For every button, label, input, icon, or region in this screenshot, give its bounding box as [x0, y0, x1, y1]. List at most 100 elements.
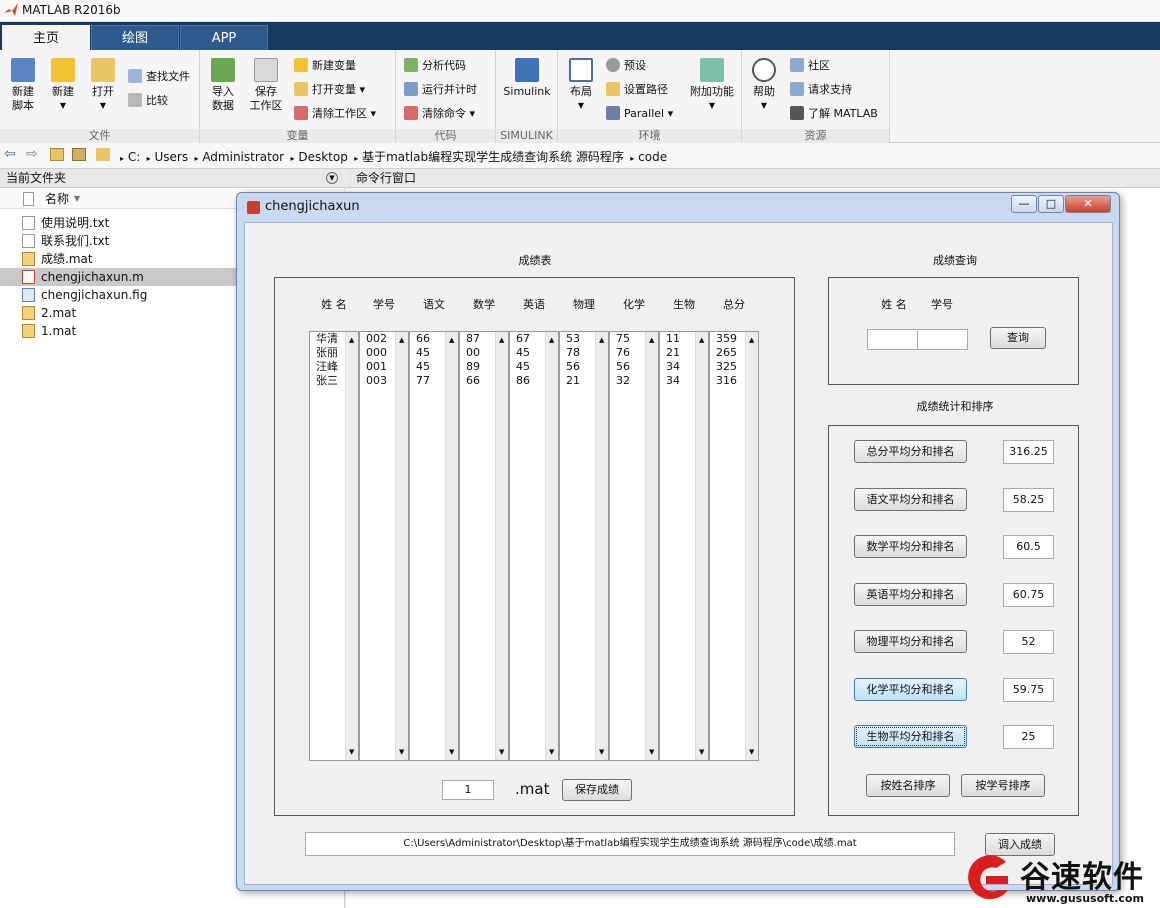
breadcrumb-item[interactable]: C: — [128, 150, 140, 164]
browse-folder-icon[interactable] — [72, 148, 86, 161]
query-name-input[interactable] — [867, 329, 918, 350]
header-math: 数学 — [473, 298, 495, 311]
preferences-button[interactable]: 预设 — [606, 57, 646, 75]
query-id-input[interactable] — [917, 329, 968, 350]
chinese-average-button[interactable]: 语文平均分和排名 — [854, 488, 967, 511]
breadcrumb-item[interactable]: 基于matlab编程实现学生成绩查询系统 源码程序 — [362, 150, 624, 164]
listbox-english[interactable]: 67 45 45 86 ▲ ▼ — [509, 331, 559, 761]
math-average-value[interactable]: 60.5 — [1003, 535, 1054, 559]
listbox-chinese[interactable]: 66 45 45 77 ▲ ▼ — [409, 331, 459, 761]
listbox-physics[interactable]: 53 78 56 21 ▲ ▼ — [559, 331, 609, 761]
breadcrumb-item[interactable]: Users — [154, 150, 188, 164]
close-button[interactable]: ✕ — [1065, 195, 1111, 213]
forward-arrow-icon[interactable]: ⇨ — [26, 146, 38, 162]
community-button[interactable]: 社区 — [790, 57, 830, 75]
biology-average-button[interactable]: 生物平均分和排名 — [854, 725, 967, 748]
english-average-value[interactable]: 60.75 — [1003, 583, 1054, 607]
set-path-icon — [606, 82, 620, 96]
path-input[interactable]: C:\Users\Administrator\Desktop\基于matlab编… — [305, 832, 955, 856]
figure-window: chengjichaxun — □ ✕ 成绩表 姓 名 学号 语文 数学 英语 … — [236, 192, 1120, 891]
scroll-up-icon: ▲ — [749, 336, 755, 344]
back-arrow-icon[interactable]: ⇦ — [4, 146, 16, 162]
physics-average-button[interactable]: 物理平均分和排名 — [854, 630, 967, 653]
scrollbar[interactable]: ▲ ▼ — [445, 332, 458, 760]
clear-commands-icon — [404, 106, 418, 120]
english-average-button[interactable]: 英语平均分和排名 — [854, 583, 967, 606]
math-average-button[interactable]: 数学平均分和排名 — [854, 535, 967, 558]
clear-workspace-button[interactable]: 清除工作区 ▾ — [294, 105, 376, 123]
tab-home[interactable]: 主页 — [2, 25, 90, 50]
simulink-button[interactable]: Simulink — [500, 58, 554, 99]
scrollbar[interactable]: ▲ ▼ — [345, 332, 358, 760]
run-and-time-button[interactable]: 运行并计时 — [404, 81, 477, 99]
clear-commands-button[interactable]: 清除命令 ▾ — [404, 105, 475, 123]
panel-menu-icon[interactable]: ▼ — [326, 172, 338, 184]
save-scores-button[interactable]: 保存成绩 — [562, 779, 632, 801]
chinese-average-value[interactable]: 58.25 — [1003, 488, 1054, 512]
new-variable-button[interactable]: 新建变量 — [294, 57, 356, 75]
section-label-environment: 环境 — [558, 129, 741, 143]
learn-matlab-button[interactable]: 了解 MATLAB — [790, 105, 878, 123]
find-files-icon — [128, 69, 142, 83]
header-chinese: 语文 — [423, 298, 445, 311]
tab-apps[interactable]: APP — [180, 25, 268, 50]
scrollbar[interactable]: ▲ ▼ — [495, 332, 508, 760]
scrollbar[interactable]: ▲ ▼ — [395, 332, 408, 760]
total-average-button[interactable]: 总分平均分和排名 — [854, 440, 967, 463]
chemistry-average-value[interactable]: 59.75 — [1003, 678, 1054, 702]
listbox-biology[interactable]: 11 21 34 34 ▲ ▼ — [659, 331, 709, 761]
listbox-chemistry[interactable]: 75 76 56 32 ▲ ▼ — [609, 331, 659, 761]
scrollbar[interactable]: ▲ ▼ — [645, 332, 658, 760]
scroll-down-icon: ▼ — [449, 748, 455, 756]
up-folder-icon[interactable] — [50, 148, 64, 161]
scrollbar[interactable]: ▲ ▼ — [695, 332, 708, 760]
minimize-button[interactable]: — — [1011, 195, 1037, 213]
query-button[interactable]: 查询 — [990, 327, 1046, 349]
sort-by-name-button[interactable]: 按姓名排序 — [866, 774, 950, 797]
figure-icon — [247, 201, 260, 214]
file-number-input[interactable]: 1 — [442, 780, 494, 800]
maximize-button[interactable]: □ — [1038, 195, 1064, 213]
breadcrumb-item[interactable]: Desktop — [298, 150, 348, 164]
set-path-button[interactable]: 设置路径 — [606, 81, 668, 99]
physics-average-value[interactable]: 52 — [1003, 630, 1054, 654]
plus-icon — [51, 58, 75, 82]
save-workspace-button[interactable]: 保存 工作区 — [246, 58, 286, 113]
biology-average-value[interactable]: 25 — [1003, 725, 1054, 749]
sort-by-id-button[interactable]: 按学号排序 — [961, 774, 1045, 797]
import-data-button[interactable]: 导入 数据 — [206, 58, 240, 113]
app-title: MATLAB R2016b — [22, 3, 121, 17]
breadcrumb-item[interactable]: Administrator — [202, 150, 284, 164]
compare-button[interactable]: 比较 — [128, 92, 168, 110]
find-files-button[interactable]: 查找文件 — [128, 68, 190, 86]
scrollbar[interactable]: ▲ ▼ — [595, 332, 608, 760]
scroll-down-icon: ▼ — [499, 748, 505, 756]
listbox-total[interactable]: 359 265 325 316 ▲ ▼ — [709, 331, 759, 761]
scrollbar[interactable]: ▲ ▼ — [545, 332, 558, 760]
scroll-up-icon: ▲ — [399, 336, 405, 344]
mat-file-icon — [22, 306, 35, 320]
scrollbar[interactable]: ▲ ▼ — [745, 332, 758, 760]
request-support-button[interactable]: 请求支持 — [790, 81, 852, 99]
app-title-bar: MATLAB R2016b — [0, 0, 1160, 22]
chemistry-average-button[interactable]: 化学平均分和排名 — [854, 678, 967, 701]
open-button[interactable]: 打开 ▼ — [86, 58, 120, 113]
new-script-button[interactable]: 新建 脚本 — [6, 58, 40, 113]
listbox-math[interactable]: 87 00 89 66 ▲ ▼ — [459, 331, 509, 761]
help-button[interactable]: 帮助 ▼ — [748, 58, 780, 113]
breadcrumb-item[interactable]: code — [638, 150, 667, 164]
analyze-code-button[interactable]: 分析代码 — [404, 57, 466, 75]
listbox-name[interactable]: 华清 张丽 汪峰 张三 ▲ ▼ — [309, 331, 359, 761]
layout-button[interactable]: 布局 ▼ — [564, 58, 598, 113]
parallel-button[interactable]: Parallel ▾ — [606, 105, 673, 123]
open-variable-button[interactable]: 打开变量 ▾ — [294, 81, 365, 99]
addons-icon — [700, 58, 724, 82]
figure-client-area: 成绩表 姓 名 学号 语文 数学 英语 物理 化学 生物 总分 华清 张丽 汪峰 张三… — [244, 222, 1113, 885]
fig-file-icon — [22, 288, 35, 302]
table-title: 成绩表 — [518, 254, 552, 267]
total-average-value[interactable]: 316.25 — [1003, 440, 1054, 464]
listbox-id[interactable]: 002 000 001 003 ▲ ▼ — [359, 331, 409, 761]
tab-plots[interactable]: 绘图 — [91, 25, 179, 50]
new-button[interactable]: 新建 ▼ — [46, 58, 80, 113]
addons-button[interactable]: 附加功能 ▼ — [686, 58, 738, 113]
